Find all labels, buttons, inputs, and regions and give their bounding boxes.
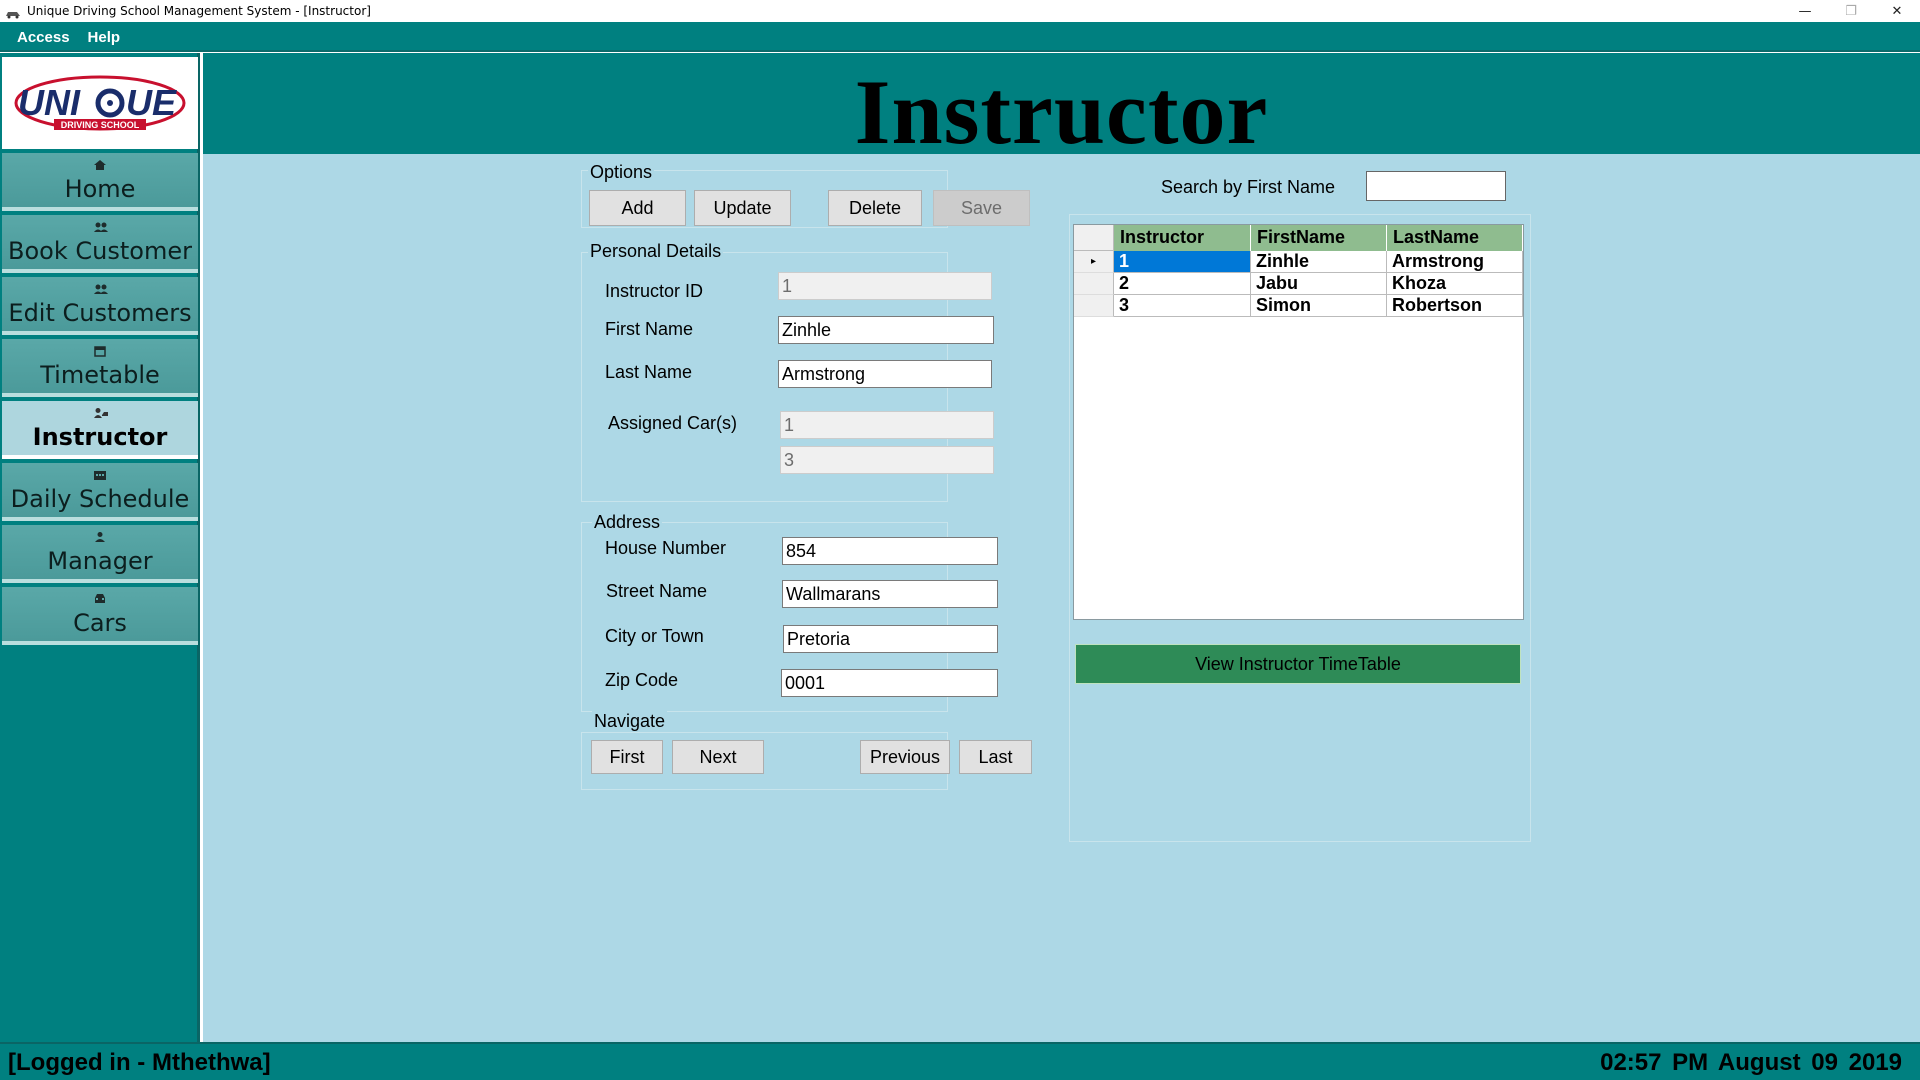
- window-title: Unique Driving School Management System …: [27, 4, 371, 18]
- street-name-field[interactable]: Wallmarans: [782, 580, 998, 608]
- grid-corner: [1074, 225, 1114, 251]
- table-cell-instructor[interactable]: 1: [1114, 251, 1251, 273]
- restore-button[interactable]: ❐: [1828, 0, 1874, 22]
- personal-details-title: Personal Details: [588, 241, 724, 262]
- city-label: City or Town: [605, 626, 704, 646]
- sidebar-item-home[interactable]: Home: [2, 153, 198, 211]
- calendar-icon: [93, 345, 107, 357]
- options-group-title: Options: [588, 162, 655, 183]
- view-instructor-timetable-button[interactable]: View Instructor TimeTable: [1075, 644, 1521, 684]
- table-cell-instructor[interactable]: 3: [1114, 295, 1251, 317]
- users-edit-icon: [93, 283, 108, 295]
- table-cell-lastname[interactable]: Armstrong: [1387, 251, 1523, 273]
- page-header: Instructor: [203, 53, 1920, 163]
- instructor-id-field: 1: [778, 272, 992, 300]
- menu-help[interactable]: Help: [79, 29, 130, 46]
- logged-in-user: [Logged in - Mthethwa]: [8, 1049, 271, 1076]
- close-button[interactable]: ✕: [1874, 0, 1920, 22]
- sidebar: UNI UE DRIVING SCHOOL Home Book Customer…: [0, 53, 200, 1042]
- city-field[interactable]: Pretoria: [783, 625, 998, 653]
- table-cell-firstname[interactable]: Simon: [1251, 295, 1387, 317]
- app-car-icon: [5, 6, 21, 19]
- main-content: Options Add Update Delete Save Personal …: [203, 154, 1920, 1042]
- sidebar-item-label: Manager: [47, 547, 153, 575]
- assigned-car-1-field: 1: [780, 411, 994, 439]
- sidebar-item-label: Edit Customers: [8, 299, 192, 327]
- sidebar-item-label: Book Customer: [8, 237, 192, 265]
- sidebar-item-label: Cars: [73, 609, 127, 637]
- logo-image: UNI UE DRIVING SCHOOL: [14, 75, 186, 131]
- last-name-label: Last Name: [605, 362, 693, 382]
- address-group-title: Address: [592, 512, 663, 533]
- table-cell-firstname[interactable]: Jabu: [1251, 273, 1387, 295]
- assigned-cars-label: Assigned Car(s): [608, 413, 738, 433]
- column-header-instructor[interactable]: Instructor: [1114, 225, 1251, 251]
- menu-access[interactable]: Access: [8, 29, 79, 46]
- zip-code-label: Zip Code: [605, 670, 679, 690]
- last-button[interactable]: Last: [959, 740, 1032, 774]
- sidebar-item-label: Home: [64, 175, 136, 203]
- instructor-icon: [93, 407, 108, 419]
- column-header-firstname[interactable]: FirstName: [1251, 225, 1387, 251]
- first-name-field[interactable]: Zinhle: [778, 316, 994, 344]
- table-cell-lastname[interactable]: Khoza: [1387, 273, 1523, 295]
- row-indicator[interactable]: ▸: [1074, 251, 1114, 273]
- sidebar-item-cars[interactable]: Cars: [2, 587, 198, 645]
- search-label: Search by First Name: [1161, 177, 1336, 197]
- sidebar-item-timetable[interactable]: Timetable: [2, 339, 198, 397]
- table-cell-lastname[interactable]: Robertson: [1387, 295, 1523, 317]
- status-datetime: 02:57 PM August 09 2019: [1600, 1049, 1902, 1076]
- schedule-icon: [93, 469, 107, 481]
- row-header[interactable]: [1074, 273, 1114, 295]
- navigate-group-title: Navigate: [592, 711, 668, 732]
- title-bar: Unique Driving School Management System …: [0, 0, 1920, 22]
- update-button[interactable]: Update: [694, 190, 791, 226]
- logo: UNI UE DRIVING SCHOOL: [2, 57, 198, 149]
- status-bar: [Logged in - Mthethwa] 02:57 PM August 0…: [0, 1042, 1920, 1080]
- table-cell-instructor[interactable]: 2: [1114, 273, 1251, 295]
- car-icon: [93, 593, 107, 605]
- last-name-field[interactable]: Armstrong: [778, 360, 992, 388]
- column-header-lastname[interactable]: LastName: [1387, 225, 1523, 251]
- logo-tagline: DRIVING SCHOOL: [61, 120, 140, 130]
- menu-bar: Access Help: [0, 22, 1920, 52]
- logo-text-left: UNI: [18, 82, 81, 123]
- instructor-id-label: Instructor ID: [605, 281, 704, 301]
- house-number-label: House Number: [605, 538, 727, 558]
- table-cell-firstname[interactable]: Zinhle: [1251, 251, 1387, 273]
- sidebar-item-label: Timetable: [40, 361, 160, 389]
- street-name-label: Street Name: [606, 581, 708, 601]
- sidebar-item-manager[interactable]: Manager: [2, 525, 198, 583]
- sidebar-item-instructor[interactable]: Instructor: [2, 401, 198, 459]
- sidebar-item-edit-customers[interactable]: Edit Customers: [2, 277, 198, 335]
- menu-divider: [0, 50, 1920, 52]
- sidebar-item-daily-schedule[interactable]: Daily Schedule: [2, 463, 198, 521]
- assigned-car-2-field: 3: [780, 446, 994, 474]
- house-number-field[interactable]: 854: [782, 537, 998, 565]
- page-title: Instructor: [854, 61, 1269, 163]
- person-icon: [93, 531, 107, 543]
- minimize-button[interactable]: —: [1782, 0, 1828, 22]
- row-header[interactable]: [1074, 295, 1114, 317]
- delete-button[interactable]: Delete: [828, 190, 922, 226]
- instructor-grid[interactable]: Instructor FirstName LastName ▸ 1 Zinhle…: [1073, 224, 1524, 620]
- search-input[interactable]: [1366, 171, 1506, 201]
- users-icon: [93, 221, 108, 233]
- zip-code-field[interactable]: 0001: [781, 669, 998, 697]
- previous-button[interactable]: Previous: [860, 740, 950, 774]
- first-button[interactable]: First: [591, 740, 663, 774]
- save-button[interactable]: Save: [933, 190, 1030, 226]
- home-icon: [93, 159, 107, 171]
- sidebar-item-book-customer[interactable]: Book Customer: [2, 215, 198, 273]
- logo-text-right: UE: [126, 82, 177, 123]
- next-button[interactable]: Next: [672, 740, 764, 774]
- sidebar-item-label: Instructor: [32, 423, 168, 451]
- add-button[interactable]: Add: [589, 190, 686, 226]
- sidebar-item-label: Daily Schedule: [10, 485, 190, 513]
- first-name-label: First Name: [605, 319, 694, 339]
